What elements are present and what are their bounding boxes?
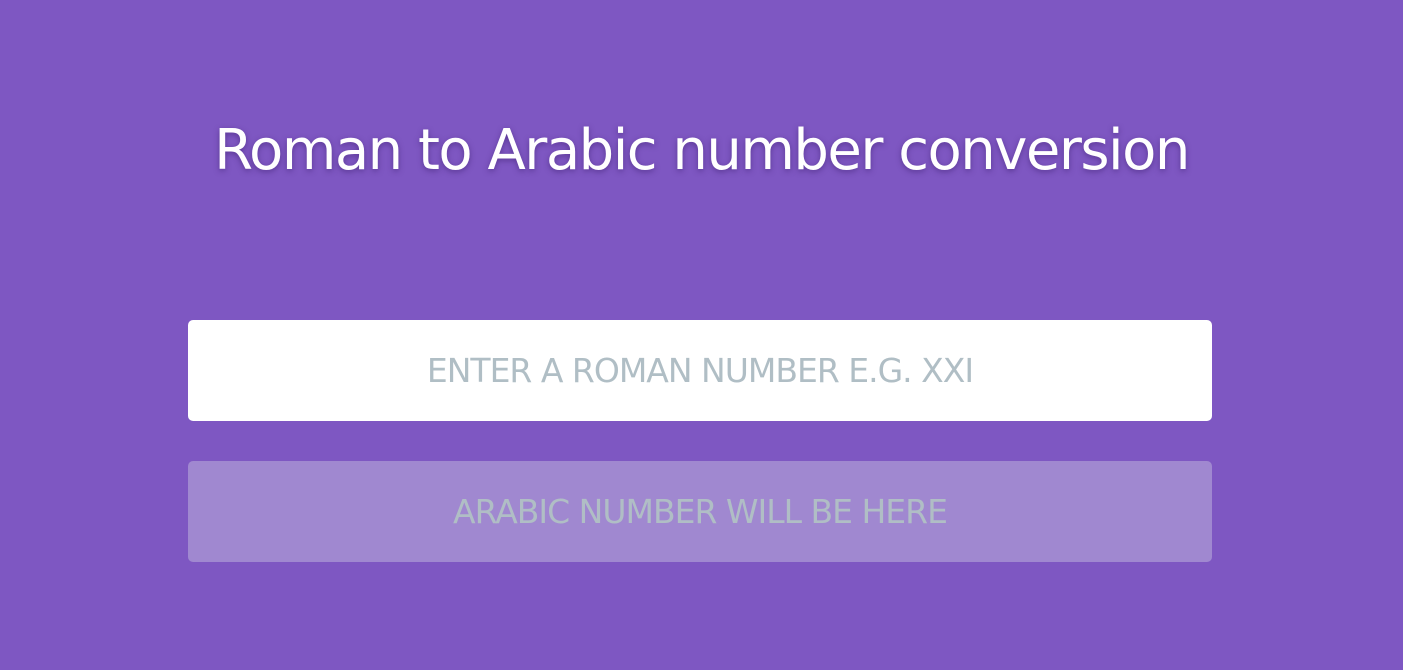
page-title: Roman to Arabic number conversion (214, 118, 1190, 183)
roman-number-input[interactable] (188, 320, 1212, 421)
arabic-number-output: ARABIC NUMBER WILL BE HERE (188, 461, 1212, 562)
